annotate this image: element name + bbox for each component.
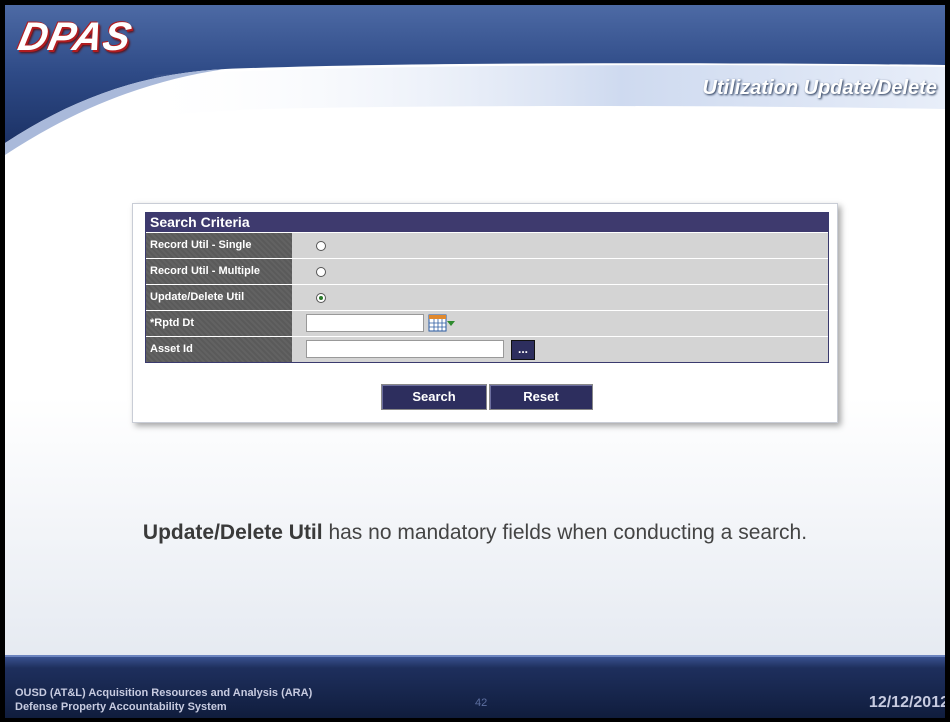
record-util-multiple-label: Record Util - Multiple [146, 259, 292, 284]
footer-org: OUSD (AT&L) Acquisition Resources and An… [15, 686, 312, 714]
search-button[interactable]: Search [381, 384, 487, 410]
search-panel: Search Criteria Record Util - Single Rec… [132, 203, 838, 423]
asset-id-lookup-button[interactable]: ... [511, 340, 535, 360]
record-util-single-label: Record Util - Single [146, 233, 292, 258]
statement-bold: Update/Delete Util [142, 521, 323, 544]
row-rptd-dt: *Rptd Dt [146, 310, 828, 336]
rptd-dt-label: *Rptd Dt [146, 311, 292, 336]
slide-title: Utilization Update/Delete [702, 77, 937, 99]
record-util-single-cell [292, 233, 828, 258]
asset-id-label: Asset Id [146, 337, 292, 362]
update-delete-util-radio[interactable] [316, 293, 326, 303]
statement-text: Update/Delete Util has no mandatory fiel… [5, 521, 945, 545]
record-util-single-radio[interactable] [316, 241, 326, 251]
row-record-util-single: Record Util - Single [146, 232, 828, 258]
statement-rest: has no mandatory fields when conducting … [322, 521, 808, 544]
footer-org-line2: Defense Property Accountability System [15, 701, 227, 713]
asset-id-cell: ... [292, 337, 828, 362]
asset-id-input[interactable] [306, 340, 504, 358]
search-criteria-header: Search Criteria [146, 213, 828, 232]
header-band: DPAS Utilization Update/Delete [5, 5, 945, 155]
rptd-dt-cell [292, 311, 828, 336]
row-update-delete-util: Update/Delete Util [146, 284, 828, 310]
slide: DPAS Utilization Update/Delete Search Cr… [5, 5, 945, 718]
page-number: 42 [475, 697, 488, 709]
record-util-multiple-cell [292, 259, 828, 284]
row-record-util-multiple: Record Util - Multiple [146, 258, 828, 284]
footer-date: 12/12/2012 [868, 694, 945, 711]
dpas-logo: DPAS [14, 15, 136, 59]
record-util-multiple-radio[interactable] [316, 267, 326, 277]
search-criteria-box: Search Criteria Record Util - Single Rec… [145, 212, 829, 363]
reset-button[interactable]: Reset [489, 384, 593, 410]
calendar-icon[interactable] [428, 314, 456, 332]
rptd-dt-input[interactable] [306, 314, 424, 332]
update-delete-util-label: Update/Delete Util [146, 285, 292, 310]
footer-org-line1: OUSD (AT&L) Acquisition Resources and An… [15, 687, 313, 699]
update-delete-util-cell [292, 285, 828, 310]
row-asset-id: Asset Id ... [146, 336, 828, 362]
footer: OUSD (AT&L) Acquisition Resources and An… [5, 657, 945, 718]
